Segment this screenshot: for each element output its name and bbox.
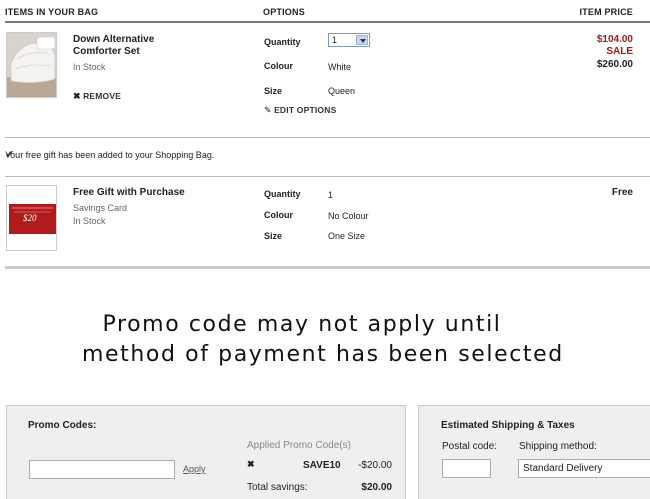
promo-code-amount: -$20.00	[358, 460, 392, 471]
item-name-line1[interactable]: Down Alternative	[73, 34, 154, 46]
gift-size-value: One Size	[328, 231, 366, 241]
promo-message-line2: method of payment has been selected	[82, 342, 564, 367]
gift-item-subtitle: Savings Card	[73, 203, 128, 213]
remove-label: REMOVE	[83, 91, 122, 101]
total-savings-label: Total savings:	[247, 482, 308, 493]
gift-notice: ✔ Your free gift has been added to your …	[5, 149, 215, 161]
colour-value: White	[328, 62, 352, 72]
quantity-select-value: 1	[332, 35, 338, 45]
gift-size-label: Size	[264, 231, 283, 241]
promo-codes-title: Promo Codes:	[28, 420, 97, 431]
item-stock-status: In Stock	[73, 62, 106, 72]
quantity-label: Quantity	[264, 37, 301, 47]
item-name-line2[interactable]: Comforter Set	[73, 46, 140, 58]
remove-link[interactable]: ✖ REMOVE	[73, 91, 121, 102]
apply-link[interactable]: Apply	[183, 464, 206, 474]
promo-message-line1: Promo code may not apply until	[102, 312, 502, 337]
quantity-select[interactable]: 1	[328, 33, 370, 47]
gift-colour-value: No Colour	[328, 211, 369, 221]
gift-price: Free	[611, 187, 633, 198]
checkmark-icon: ✔	[5, 149, 15, 161]
pencil-icon: ✎	[264, 105, 272, 115]
edit-options-link[interactable]: ✎ EDIT OPTIONS	[264, 105, 336, 116]
promo-code-input[interactable]	[29, 460, 175, 479]
sale-price: $104.00	[596, 34, 633, 45]
gift-card-amount: $20	[23, 213, 37, 223]
close-icon: ✖	[73, 91, 81, 101]
applied-promo-label: Applied Promo Code(s)	[247, 440, 351, 451]
shipping-method-select[interactable]: Standard Delivery	[518, 459, 650, 478]
gift-quantity-label: Quantity	[264, 189, 301, 199]
gift-quantity-value: 1	[328, 190, 334, 200]
options-header: OPTIONS	[263, 7, 305, 17]
header-divider	[5, 21, 650, 23]
colour-label: Colour	[264, 61, 293, 71]
edit-options-label: EDIT OPTIONS	[274, 105, 337, 115]
items-header: ITEMS IN YOUR BAG	[5, 7, 99, 17]
chevron-down-icon	[356, 35, 368, 45]
items-end-divider	[5, 266, 650, 269]
size-value: Queen	[328, 86, 356, 96]
gift-notice-text: Your free gift has been added to your Sh…	[5, 150, 215, 160]
shipping-title: Estimated Shipping & Taxes	[441, 420, 575, 431]
gift-notice-divider	[5, 176, 650, 177]
remove-promo-icon[interactable]: ✖	[247, 459, 255, 470]
shipping-method-value: Standard Delivery	[523, 463, 603, 474]
price-header: ITEM PRICE	[579, 7, 633, 17]
postal-code-label: Postal code:	[442, 441, 498, 452]
sale-tag: SALE	[606, 46, 633, 57]
gift-item-stock: In Stock	[73, 216, 106, 226]
shipping-method-label: Shipping method:	[519, 441, 597, 452]
total-savings-value: $20.00	[361, 482, 392, 493]
postal-code-input[interactable]	[442, 459, 491, 478]
gift-colour-label: Colour	[264, 210, 293, 220]
comforter-thumbnail[interactable]	[6, 32, 57, 98]
original-price: $260.00	[596, 59, 633, 70]
size-label: Size	[264, 86, 283, 96]
gift-card-thumbnail[interactable]: $20	[6, 185, 57, 251]
item1-divider	[5, 137, 650, 138]
promo-code-value: SAVE10	[303, 460, 341, 471]
gift-item-name[interactable]: Free Gift with Purchase	[73, 187, 185, 199]
